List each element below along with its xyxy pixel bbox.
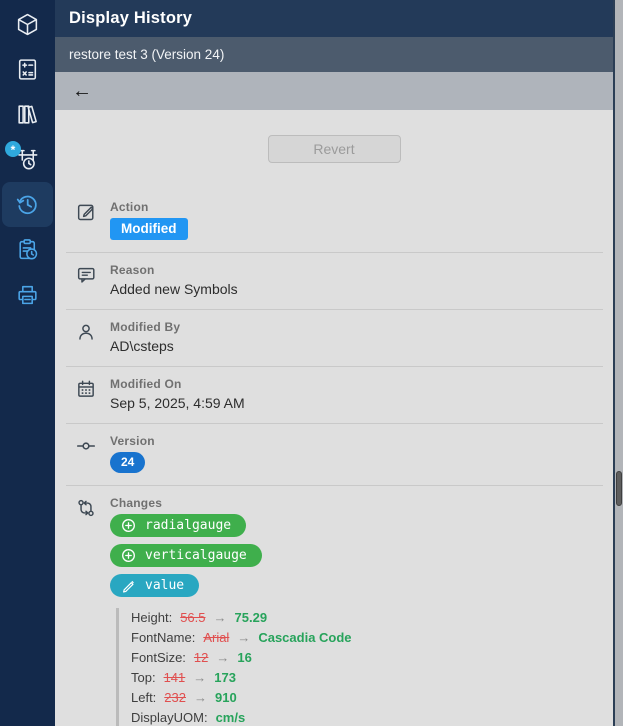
sidebar-item-audit-log[interactable] <box>0 227 55 272</box>
back-toolbar: ← <box>55 72 613 110</box>
arrow-right-icon: → <box>216 650 229 665</box>
detail-property: Left: <box>131 690 156 705</box>
modified-on-label: Modified On <box>110 377 603 391</box>
row-modified-by: Modified By AD\csteps <box>66 310 603 367</box>
detail-old-value: Arial <box>203 630 229 645</box>
library-books-icon <box>15 102 40 127</box>
reason-label: Reason <box>110 263 603 277</box>
revert-button[interactable]: Revert <box>268 135 401 163</box>
edit-icon <box>75 201 97 223</box>
calendar-icon <box>75 378 97 400</box>
detail-property: FontName: <box>131 630 195 645</box>
compare-icon <box>75 497 97 519</box>
cube-icon <box>15 12 40 37</box>
page-title: Display History <box>69 9 192 28</box>
detail-property: Height: <box>131 610 172 625</box>
arrow-right-icon: → <box>214 610 227 625</box>
row-action: Action Modified <box>66 190 603 253</box>
changes-label: Changes <box>110 496 603 510</box>
sidebar-item-display-history[interactable] <box>2 182 53 227</box>
detail-row: Left: 232 → 910 <box>131 690 603 710</box>
detail-property: DisplayUOM: <box>131 710 208 725</box>
sidebar-item-library[interactable] <box>0 92 55 137</box>
detail-new-value: 16 <box>237 650 251 665</box>
calculator-icon <box>15 57 40 82</box>
detail-new-value: Cascadia Code <box>258 630 351 645</box>
back-button[interactable]: ← <box>68 79 96 103</box>
detail-row: FontName: Arial → Cascadia Code <box>131 630 603 650</box>
plus-circle-icon <box>121 548 136 563</box>
change-tag-added[interactable]: verticalgauge <box>110 544 262 567</box>
detail-new-value: cm/s <box>216 710 246 725</box>
detail-old-value: 232 <box>164 690 186 705</box>
pencil-icon <box>121 578 136 593</box>
change-details: Height: 56.5 → 75.29 FontName: Arial → C… <box>116 608 603 726</box>
detail-new-value: 75.29 <box>235 610 268 625</box>
modified-on-value: Sep 5, 2025, 4:59 AM <box>110 395 603 411</box>
sidebar-item-model[interactable] <box>0 2 55 47</box>
detail-row: Top: 141 → 173 <box>131 670 603 690</box>
detail-row: DisplayUOM: cm/s <box>131 710 603 726</box>
version-subtitle: restore test 3 (Version 24) <box>69 47 224 62</box>
detail-old-value: 12 <box>194 650 208 665</box>
display-history-panel: Display History restore test 3 (Version … <box>55 0 615 726</box>
modified-by-label: Modified By <box>110 320 603 334</box>
arrow-right-icon: → <box>193 670 206 685</box>
detail-old-value: 141 <box>164 670 186 685</box>
detail-property: FontSize: <box>131 650 186 665</box>
version-label: Version <box>110 434 603 448</box>
reason-value: Added new Symbols <box>110 281 603 297</box>
detail-old-value: 56.5 <box>180 610 205 625</box>
commit-icon <box>75 435 97 457</box>
detail-new-value: 910 <box>215 690 237 705</box>
detail-row: FontSize: 12 → 16 <box>131 650 603 670</box>
change-tag-modified[interactable]: value <box>110 574 199 597</box>
vertical-scrollbar[interactable] <box>615 0 623 726</box>
printer-icon <box>15 282 40 307</box>
clipboard-clock-icon <box>15 237 40 262</box>
arrow-right-icon: → <box>237 630 250 645</box>
scrollbar-thumb[interactable] <box>616 471 622 506</box>
detail-new-value: 173 <box>214 670 236 685</box>
sidebar-item-calculator[interactable] <box>0 47 55 92</box>
version-number-badge: 24 <box>110 452 145 473</box>
sidebar-item-display-pending[interactable]: * <box>0 137 55 182</box>
sidebar-item-print[interactable] <box>0 272 55 317</box>
sidebar: * <box>0 0 55 726</box>
pending-badge-icon: * <box>5 141 21 157</box>
display-history-window: * <box>0 0 623 726</box>
history-icon <box>15 192 40 217</box>
plus-circle-icon <box>121 518 136 533</box>
person-icon <box>75 321 97 343</box>
panel-subheader: restore test 3 (Version 24) <box>55 37 613 72</box>
panel-header: Display History <box>55 0 613 37</box>
detail-row: Height: 56.5 → 75.29 <box>131 610 603 630</box>
row-reason: Reason Added new Symbols <box>66 253 603 310</box>
comment-icon <box>75 264 97 286</box>
detail-property: Top: <box>131 670 156 685</box>
field-rows: Action Modified Reason <box>66 190 603 726</box>
action-status-badge: Modified <box>110 218 188 240</box>
action-label: Action <box>110 200 603 214</box>
modified-by-value: AD\csteps <box>110 338 603 354</box>
row-version: Version 24 <box>66 424 603 486</box>
version-detail-content: Revert Action Modified <box>55 110 613 726</box>
arrow-right-icon: → <box>194 690 207 705</box>
change-tag-added[interactable]: radialgauge <box>110 514 246 537</box>
row-changes: Changes radialgauge <box>66 486 603 726</box>
row-modified-on: Modified On Sep 5, 2025, 4:59 AM <box>66 367 603 424</box>
